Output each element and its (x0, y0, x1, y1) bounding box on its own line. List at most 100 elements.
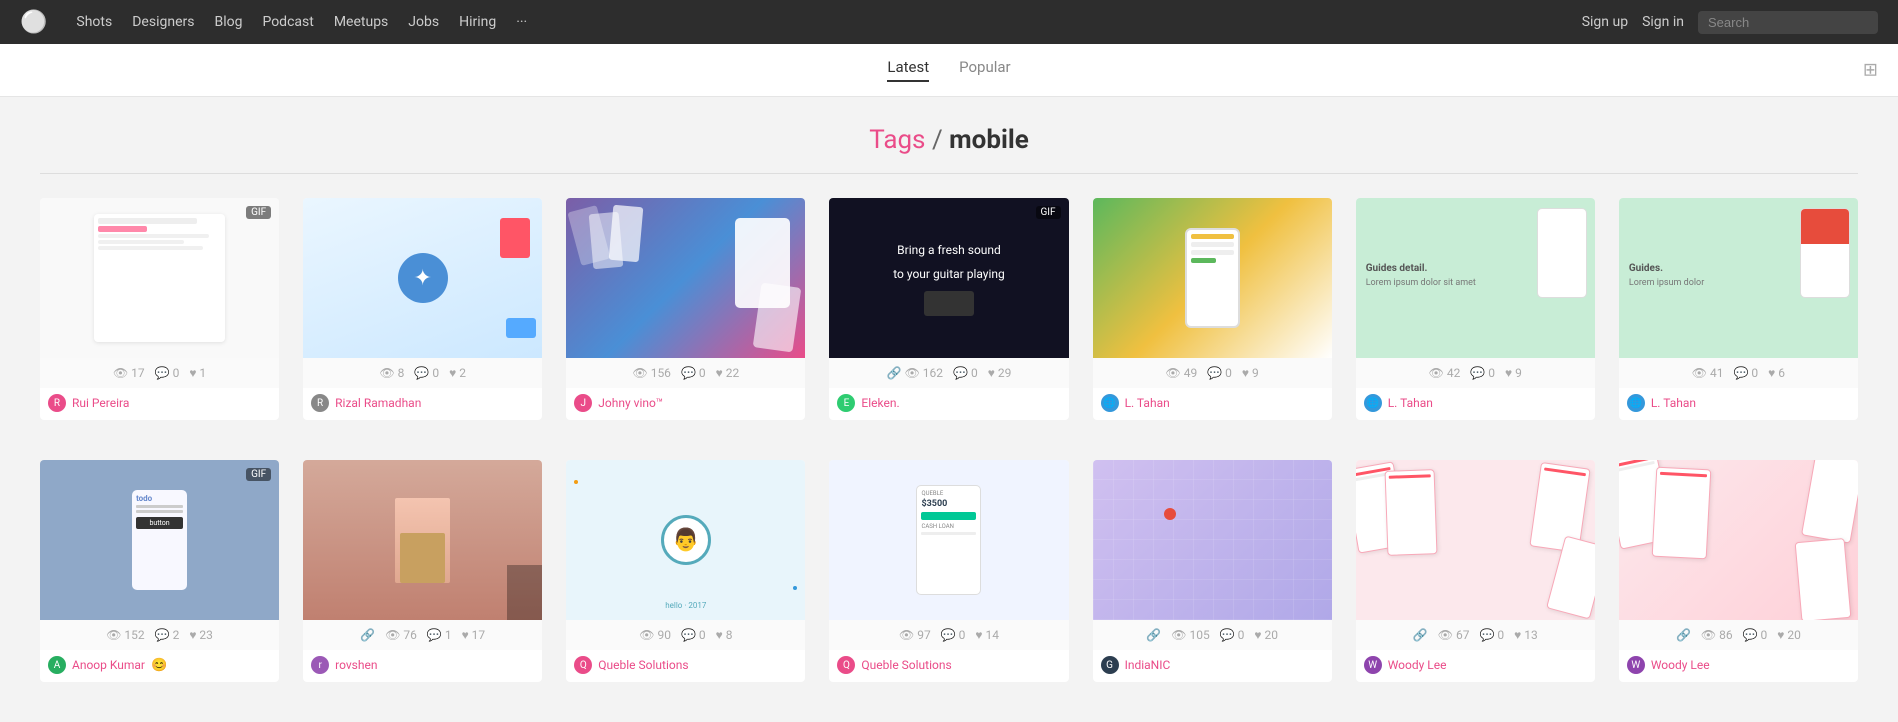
author-avatar-4: E (837, 394, 855, 412)
tabs-inner: Latest Popular (887, 58, 1010, 82)
likes-stat: ♥ 20 (1777, 628, 1801, 642)
shot-author-2[interactable]: R Rizal Ramadhan (303, 388, 542, 420)
likes-stat: ♥ 2 (449, 366, 466, 380)
shot-card-6[interactable]: Guides detail. Lorem ipsum dolor sit ame… (1356, 198, 1595, 420)
comments-stat: 💬 0 (681, 628, 706, 642)
shot-card-2[interactable]: ✦ 👁 8 💬 0 ♥ 2 R Rizal Ramadhan (303, 198, 542, 420)
shot-stats-1: 👁 17 💬 0 ♥ 1 (40, 358, 279, 388)
shot-author-7[interactable]: 🌐 L. Tahan (1619, 388, 1858, 420)
shot-card-3[interactable]: 👁 156 💬 0 ♥ 22 J Johny vino™ (566, 198, 805, 420)
comments-stat: 💬 1 (427, 628, 452, 642)
shot-stats-3: 👁 156 💬 0 ♥ 22 (566, 358, 805, 388)
shot-card-14[interactable]: 🔗 👁 86 💬 0 ♥ 20 W Woody Lee (1619, 460, 1858, 682)
shot-card-4[interactable]: Bring a fresh sound to your guitar playi… (829, 198, 1068, 420)
shot-author-1[interactable]: R Rui Pereira (40, 388, 279, 420)
shot-author-12[interactable]: G IndiaNIC (1093, 650, 1332, 682)
shot-author-11[interactable]: Q Queble Solutions (829, 650, 1068, 682)
shot-author-6[interactable]: 🌐 L. Tahan (1356, 388, 1595, 420)
shot-author-3[interactable]: J Johny vino™ (566, 388, 805, 420)
comments-stat: 💬 0 (953, 366, 978, 380)
tab-popular[interactable]: Popular (959, 58, 1011, 82)
likes-stat: ♥ 29 (988, 366, 1012, 380)
author-name-3: Johny vino™ (598, 396, 663, 410)
tags-link[interactable]: Tags (869, 125, 925, 155)
tag-name: mobile (949, 125, 1029, 155)
link-icon: 🔗 (360, 628, 375, 642)
navbar: ⚪ Shots Designers Blog Podcast Meetups J… (0, 0, 1898, 44)
shot-card-12[interactable]: 🔗 👁 105 💬 0 ♥ 20 G IndiaNIC (1093, 460, 1332, 682)
shot-stats-8: 👁 152 💬 2 ♥ 23 (40, 620, 279, 650)
author-name-9: rovshen (335, 658, 377, 672)
shot-card-13[interactable]: 🔗 👁 67 💬 0 ♥ 13 W Woody Lee (1356, 460, 1595, 682)
views-stat: 🔗 👁 162 (887, 366, 943, 380)
gif-badge-4: GIF (1036, 206, 1061, 219)
author-avatar-14: W (1627, 656, 1645, 674)
navbar-right: Sign up Sign in (1582, 11, 1878, 34)
shot-author-9[interactable]: r rovshen (303, 650, 542, 682)
views-stat: 👁 90 (639, 628, 671, 642)
shot-card-11[interactable]: QUEBLE $3500 CASH LOAN 👁 97 💬 0 ♥ 14 Q Q… (829, 460, 1068, 682)
comments-stat: 💬 2 (155, 628, 180, 642)
comments-stat: 💬 0 (1743, 628, 1768, 642)
author-name-5: L. Tahan (1125, 396, 1170, 410)
link-icon: 🔗 (1146, 628, 1161, 642)
shot-author-13[interactable]: W Woody Lee (1356, 650, 1595, 682)
author-name-12: IndiaNIC (1125, 658, 1171, 672)
signup-button[interactable]: Sign up (1582, 14, 1628, 30)
shot-card-9[interactable]: 🔗 👁 76 💬 1 ♥ 17 r rovshen (303, 460, 542, 682)
shot-author-14[interactable]: W Woody Lee (1619, 650, 1858, 682)
likes-stat: ♥ 6 (1768, 366, 1785, 380)
signin-button[interactable]: Sign in (1642, 14, 1684, 30)
tab-latest[interactable]: Latest (887, 58, 929, 82)
shot-card-7[interactable]: Guides. Lorem ipsum dolor 👁 41 💬 0 ♥ 6 🌐… (1619, 198, 1858, 420)
author-avatar-6: 🌐 (1364, 394, 1382, 412)
shot-card-8[interactable]: todo button GIF 👁 152 💬 2 ♥ 23 A Anoop K… (40, 460, 279, 682)
shot-author-5[interactable]: 🌐 L. Tahan (1093, 388, 1332, 420)
shot-author-8[interactable]: A Anoop Kumar 😊 (40, 650, 279, 682)
shot-thumb-8: todo button GIF (40, 460, 279, 620)
views-stat: 👁 49 (1166, 366, 1198, 380)
shots-grid-row1: GIF 👁 17 💬 0 ♥ 1 R Rui Pereira ✦ 👁 8 💬 0… (0, 198, 1898, 460)
shot-thumb-4: Bring a fresh sound to your guitar playi… (829, 198, 1068, 358)
views-stat: 👁 156 (632, 366, 670, 380)
nav-shots[interactable]: Shots (76, 14, 112, 30)
views-stat: 👁 42 (1429, 366, 1461, 380)
shot-author-10[interactable]: Q Queble Solutions (566, 650, 805, 682)
likes-stat: ♥ 9 (1505, 366, 1522, 380)
author-name-2: Rizal Ramadhan (335, 396, 421, 410)
search-input[interactable] (1698, 11, 1878, 34)
comments-stat: 💬 0 (681, 366, 706, 380)
nav-blog[interactable]: Blog (214, 14, 242, 30)
nav-more[interactable]: ··· (516, 14, 527, 30)
nav-meetups[interactable]: Meetups (334, 14, 388, 30)
author-name-1: Rui Pereira (72, 396, 129, 410)
comments-stat: 💬 0 (1207, 366, 1232, 380)
author-name-13: Woody Lee (1388, 658, 1447, 672)
likes-stat: ♥ 14 (975, 628, 999, 642)
comments-stat: 💬 0 (1220, 628, 1245, 642)
likes-stat: ♥ 1 (189, 366, 206, 380)
dribbble-logo[interactable]: ⚪ (20, 10, 46, 35)
views-stat: 👁 8 (379, 366, 404, 380)
nav-hiring[interactable]: Hiring (459, 14, 496, 30)
views-stat: 👁 67 (1438, 628, 1470, 642)
shot-thumb-2: ✦ (303, 198, 542, 358)
shot-card-5[interactable]: 👁 49 💬 0 ♥ 9 🌐 L. Tahan (1093, 198, 1332, 420)
shot-thumb-5 (1093, 198, 1332, 358)
shot-stats-7: 👁 41 💬 0 ♥ 6 (1619, 358, 1858, 388)
nav-podcast[interactable]: Podcast (262, 14, 313, 30)
nav-designers[interactable]: Designers (132, 14, 194, 30)
likes-stat: ♥ 20 (1254, 628, 1278, 642)
nav-jobs[interactable]: Jobs (408, 14, 439, 30)
shot-stats-2: 👁 8 💬 0 ♥ 2 (303, 358, 542, 388)
gif-badge-1: GIF (246, 206, 271, 219)
likes-stat: ♥ 23 (189, 628, 213, 642)
shot-author-4[interactable]: E Eleken. (829, 388, 1068, 420)
views-stat: 👁 17 (113, 366, 145, 380)
shot-thumb-13 (1356, 460, 1595, 620)
comments-stat: 💬 0 (1470, 366, 1495, 380)
shot-card-1[interactable]: GIF 👁 17 💬 0 ♥ 1 R Rui Pereira (40, 198, 279, 420)
author-avatar-9: r (311, 656, 329, 674)
grid-toggle[interactable]: ⊞ (1863, 60, 1878, 81)
shot-card-10[interactable]: 👨 hello · 2017 👁 90 💬 0 ♥ 8 Q Queble Sol… (566, 460, 805, 682)
